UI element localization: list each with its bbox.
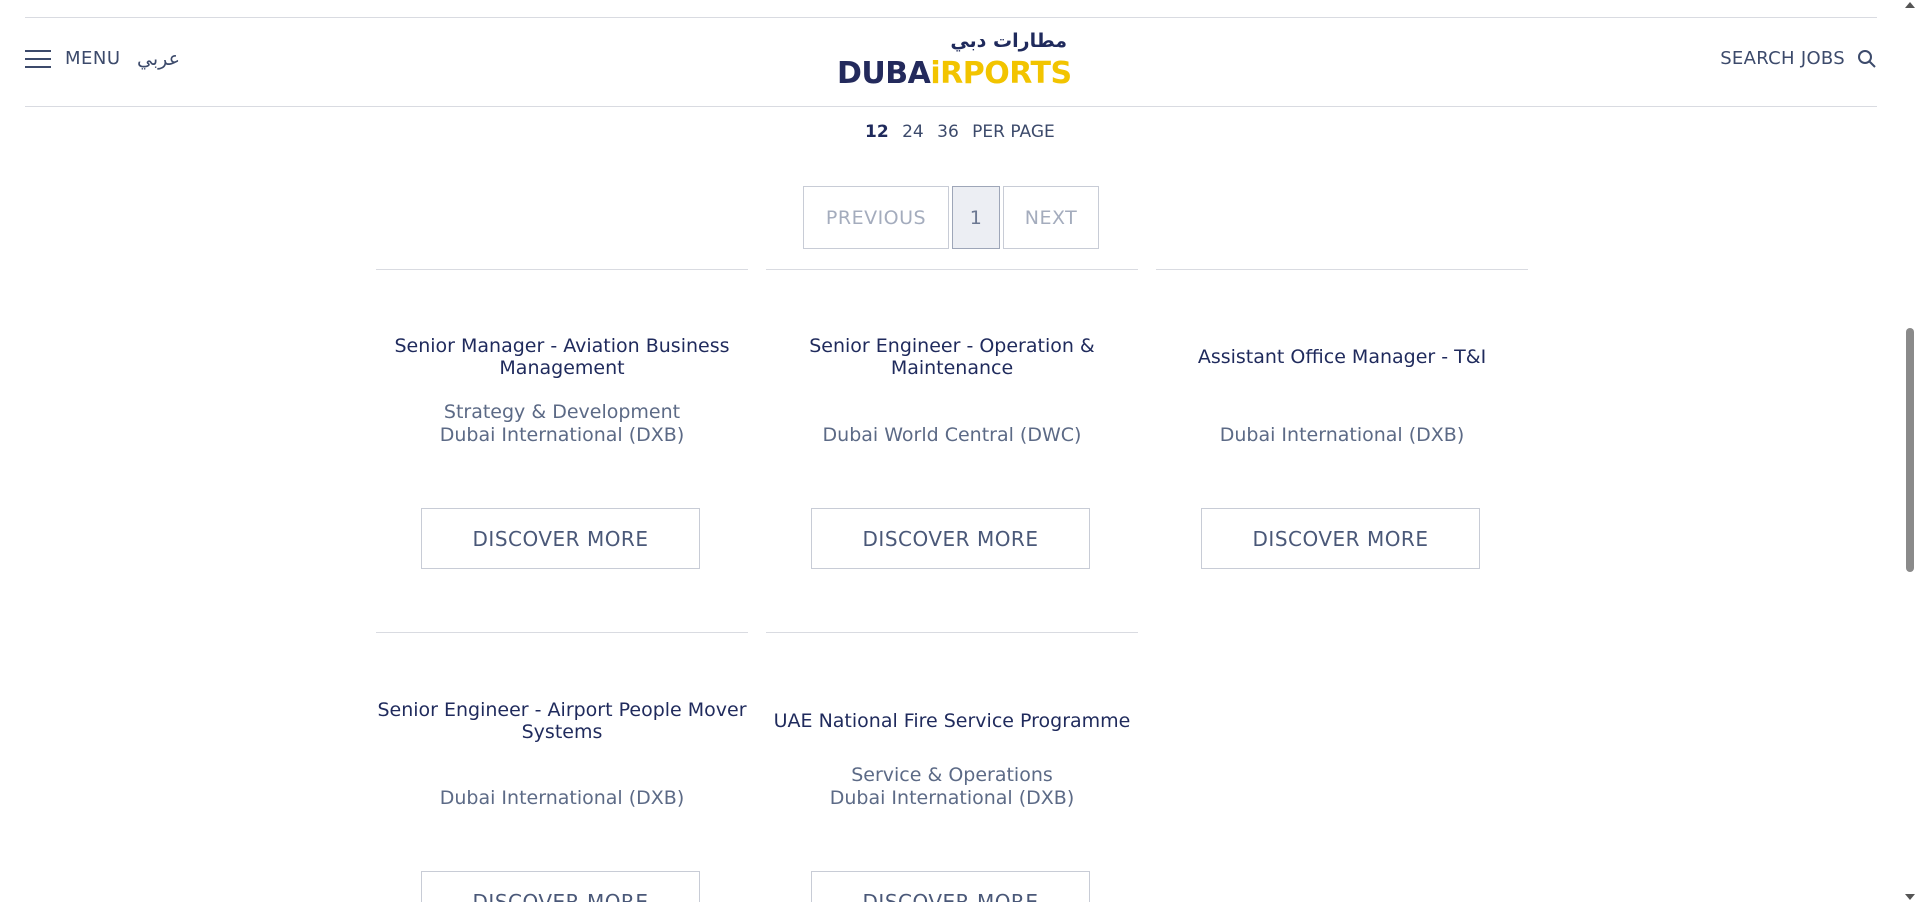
job-card: Senior Engineer - Airport People Mover S…: [376, 632, 748, 902]
job-title-line: Senior Engineer - Operation &: [809, 335, 1095, 357]
scroll-thumb[interactable]: [1906, 328, 1914, 572]
logo-airports: iRPORTS: [930, 56, 1072, 91]
per-page-12[interactable]: 12: [865, 122, 889, 142]
per-page-selector: 12 24 36 PER PAGE: [865, 122, 1055, 142]
site-header: MENU عربي مطارات دبي DUBAiRPORTS SEARCH …: [25, 17, 1877, 107]
job-title-line: Senior Engineer - Airport People Mover: [377, 699, 747, 721]
logo-wordmark: DUBAiRPORTS: [837, 56, 1072, 91]
job-title[interactable]: Senior Engineer - Airport People Mover S…: [376, 699, 748, 743]
job-department: Service & Operations: [851, 764, 1053, 786]
page: MENU عربي مطارات دبي DUBAiRPORTS SEARCH …: [0, 0, 1918, 902]
job-title[interactable]: Assistant Office Manager - T&I: [1156, 346, 1528, 368]
discover-more-button[interactable]: DISCOVER MORE: [811, 871, 1090, 902]
job-location: Dubai International (DXB): [1219, 424, 1465, 446]
job-details: Dubai International (DXB): [1156, 424, 1528, 447]
discover-more-button[interactable]: DISCOVER MORE: [421, 508, 700, 569]
per-page-label: PER PAGE: [972, 122, 1055, 142]
job-title-line: Maintenance: [890, 357, 1014, 379]
logo-dubai: DUBA: [837, 56, 931, 91]
search-jobs-label: SEARCH JOBS: [1720, 48, 1845, 69]
scroll-up-arrow-icon[interactable]: [1905, 2, 1915, 8]
job-card: Senior Engineer - Operation & Maintenanc…: [766, 269, 1138, 630]
job-details: Dubai International (DXB): [376, 787, 748, 810]
discover-more-button[interactable]: DISCOVER MORE: [421, 871, 700, 902]
job-details: Service & Operations Dubai International…: [766, 764, 1138, 810]
job-location: Dubai International (DXB): [439, 787, 685, 809]
job-title[interactable]: UAE National Fire Service Programme: [766, 710, 1138, 732]
job-card: Senior Manager - Aviation Business Manag…: [376, 269, 748, 630]
vertical-scrollbar[interactable]: [1902, 0, 1918, 902]
job-title[interactable]: Senior Manager - Aviation Business Manag…: [376, 335, 748, 379]
per-page-36[interactable]: 36: [937, 122, 959, 142]
job-title-line: Assistant Office Manager - T&I: [1197, 346, 1487, 368]
job-location: Dubai International (DXB): [439, 424, 685, 446]
search-icon: [1858, 49, 1876, 68]
pagination: PREVIOUS 1 NEXT: [803, 186, 1099, 249]
dubai-airports-logo[interactable]: مطارات دبي DUBAiRPORTS: [837, 30, 1072, 91]
job-details: Dubai World Central (DWC): [766, 424, 1138, 447]
job-title-line: Systems: [521, 721, 603, 743]
job-location: Dubai International (DXB): [829, 787, 1075, 809]
job-title-line: Management: [499, 357, 625, 379]
job-title-line: Senior Manager - Aviation Business: [394, 335, 730, 357]
scroll-down-arrow-icon[interactable]: [1905, 894, 1915, 900]
arabic-language-link[interactable]: عربي: [137, 48, 180, 70]
next-page-button[interactable]: NEXT: [1003, 186, 1099, 249]
job-card: UAE National Fire Service Programme Serv…: [766, 632, 1138, 902]
job-department: Strategy & Development: [443, 401, 681, 423]
menu-label: MENU: [65, 48, 121, 69]
search-jobs-button[interactable]: SEARCH JOBS: [1720, 48, 1877, 69]
empty-card-slot: [1156, 632, 1528, 902]
discover-more-button[interactable]: DISCOVER MORE: [811, 508, 1090, 569]
discover-more-button[interactable]: DISCOVER MORE: [1201, 508, 1480, 569]
job-title-line: UAE National Fire Service Programme: [773, 710, 1131, 732]
per-page-24[interactable]: 24: [902, 122, 924, 142]
logo-arabic-text: مطارات دبي: [950, 30, 1067, 52]
previous-page-button[interactable]: PREVIOUS: [803, 186, 949, 249]
job-location: Dubai World Central (DWC): [822, 424, 1082, 446]
job-details: Strategy & Development Dubai Internation…: [376, 401, 748, 447]
hamburger-icon: [25, 49, 51, 69]
job-card: Assistant Office Manager - T&I Dubai Int…: [1156, 269, 1528, 630]
job-title[interactable]: Senior Engineer - Operation & Maintenanc…: [766, 335, 1138, 379]
menu-button[interactable]: MENU: [25, 48, 121, 69]
page-1-button[interactable]: 1: [952, 186, 1000, 249]
